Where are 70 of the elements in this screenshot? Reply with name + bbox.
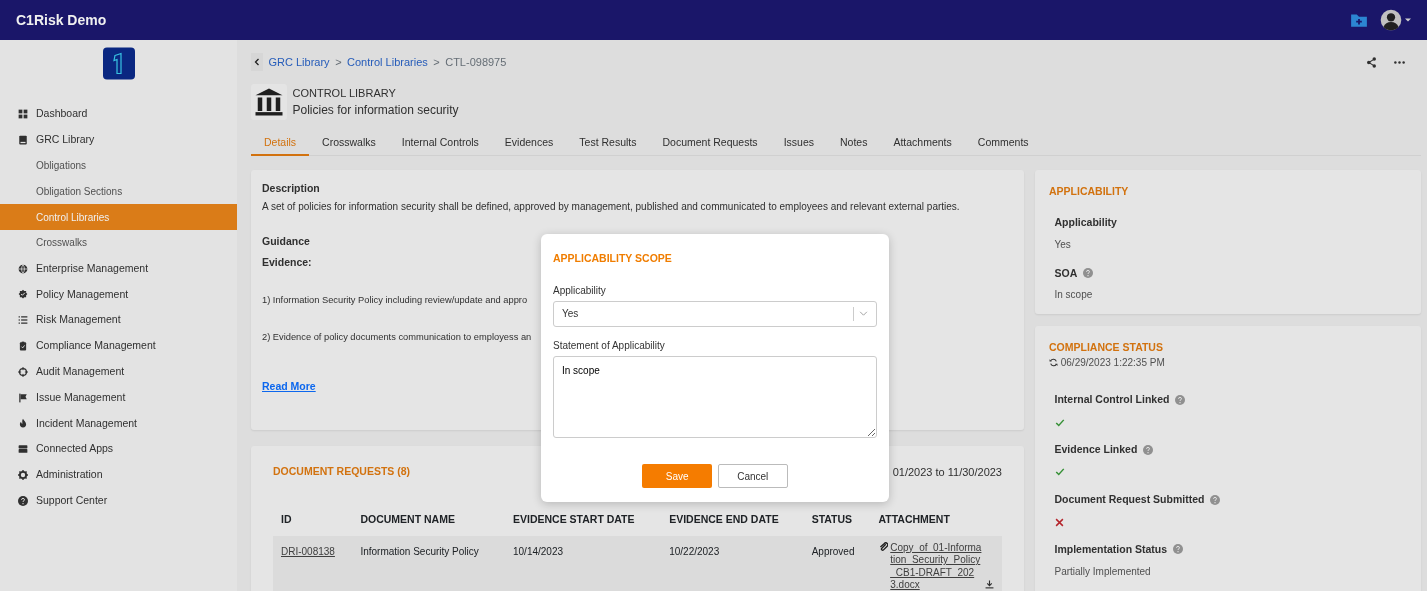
breadcrumb-separator: >: [433, 54, 440, 70]
column-header: DOCUMENT NAME: [352, 504, 505, 536]
sidebar-item[interactable]: Enterprise Management: [0, 255, 237, 282]
sidebar-item[interactable]: Administration: [0, 462, 237, 488]
read-more-link[interactable]: Read More: [262, 378, 316, 395]
sidebar-item[interactable]: Policy Management: [0, 281, 237, 308]
date-range: 01/2023 to 11/30/2023: [892, 464, 1002, 480]
field-value: Yes: [1053, 237, 1072, 252]
sidebar-subitem[interactable]: Crosswalks: [0, 230, 237, 256]
sidebar-item[interactable]: Compliance Management: [0, 333, 237, 359]
breadcrumb-current: CTL-098975: [445, 54, 507, 70]
evidence-line: 1) Information Security Policy including review/update and appro: [262, 294, 528, 307]
evidence-line: 2) Evidence of policy documents communication to employess an: [262, 330, 532, 344]
tab[interactable]: Document Requests: [649, 125, 771, 156]
modal-title: APPLICABILITY SCOPE: [553, 250, 673, 266]
table-cell: 10/22/2023: [661, 535, 804, 591]
tab[interactable]: Internal Controls: [388, 125, 492, 156]
field-label: Applicability: [1054, 215, 1117, 231]
sidebar-item[interactable]: Incident Management: [0, 410, 237, 437]
field-label: Internal Control Linked: [1054, 392, 1170, 408]
table-cell: Information Security Policy: [352, 535, 505, 591]
column-header: ID: [273, 504, 353, 536]
description-text: A set of policies for information security shall be defined, approved by management, published and communicated to employees and relevant external parties.: [262, 200, 961, 214]
column-header: EVIDENCE END DATE: [661, 504, 804, 536]
field-value: Partially Implemented: [1054, 565, 1151, 577]
cancel-button[interactable]: Cancel: [717, 464, 788, 488]
section-title: COMPLIANCE STATUS: [1049, 339, 1164, 355]
tab[interactable]: Test Results: [566, 125, 650, 156]
section-title: DOCUMENT REQUESTS (8): [273, 463, 411, 479]
sidebar-item[interactable]: GRC Library: [0, 126, 237, 153]
applicability-select[interactable]: Yes: [553, 300, 877, 327]
guidance-label: Guidance: [262, 234, 310, 249]
last-updated: 06/29/2023 1:22:35 PM: [1060, 356, 1165, 371]
column-header: EVIDENCE START DATE: [505, 504, 662, 536]
header-title: Policies for information security: [292, 102, 459, 120]
column-header: STATUS: [803, 504, 871, 536]
app-title: C1Risk Demo: [16, 10, 107, 30]
header-type: CONTROL LIBRARY: [292, 85, 397, 101]
sidebar-item[interactable]: Risk Management: [0, 307, 237, 334]
sidebar-subitem[interactable]: Obligations: [0, 152, 237, 179]
soa-textarea[interactable]: In scope: [553, 355, 877, 438]
field-label: SOA: [1054, 265, 1078, 281]
tab[interactable]: Notes: [827, 125, 881, 156]
sidebar-item[interactable]: Audit Management: [0, 358, 237, 385]
tab[interactable]: Crosswalks: [309, 125, 389, 156]
sidebar-subitem[interactable]: Obligation Sections: [0, 178, 237, 205]
tab[interactable]: Evidences: [491, 125, 567, 156]
tab[interactable]: Issues: [770, 125, 827, 156]
tab[interactable]: Comments: [964, 125, 1042, 156]
field-label: Evidence Linked: [1054, 442, 1138, 457]
sidebar-item[interactable]: Dashboard: [0, 101, 237, 127]
field-label: Document Request Submitted: [1054, 491, 1205, 507]
table-cell: Approved: [803, 535, 871, 591]
breadcrumb-link[interactable]: Control Libraries: [347, 53, 428, 71]
field-value: In scope: [1053, 287, 1094, 302]
sidebar-item[interactable]: Support Center: [0, 487, 237, 514]
field-label: Implementation Status: [1054, 541, 1168, 557]
sidebar-item[interactable]: Issue Management: [0, 384, 237, 411]
column-header: ATTACHMENT: [870, 504, 1002, 536]
section-title: APPLICABILITY: [1049, 183, 1130, 199]
field-label: Applicability: [553, 284, 607, 298]
description-label: Description: [262, 180, 321, 196]
sidebar-item[interactable]: Connected Apps: [0, 436, 237, 463]
tab[interactable]: Attachments: [880, 125, 965, 156]
document-id-link[interactable]: DRI-008138: [281, 545, 335, 557]
evidence-label: Evidence:: [262, 255, 312, 271]
table-cell: 10/14/2023: [505, 535, 662, 591]
breadcrumb-separator: >: [335, 54, 342, 70]
breadcrumb-link[interactable]: GRC Library: [268, 53, 330, 71]
field-label: Statement of Applicability: [553, 338, 666, 353]
